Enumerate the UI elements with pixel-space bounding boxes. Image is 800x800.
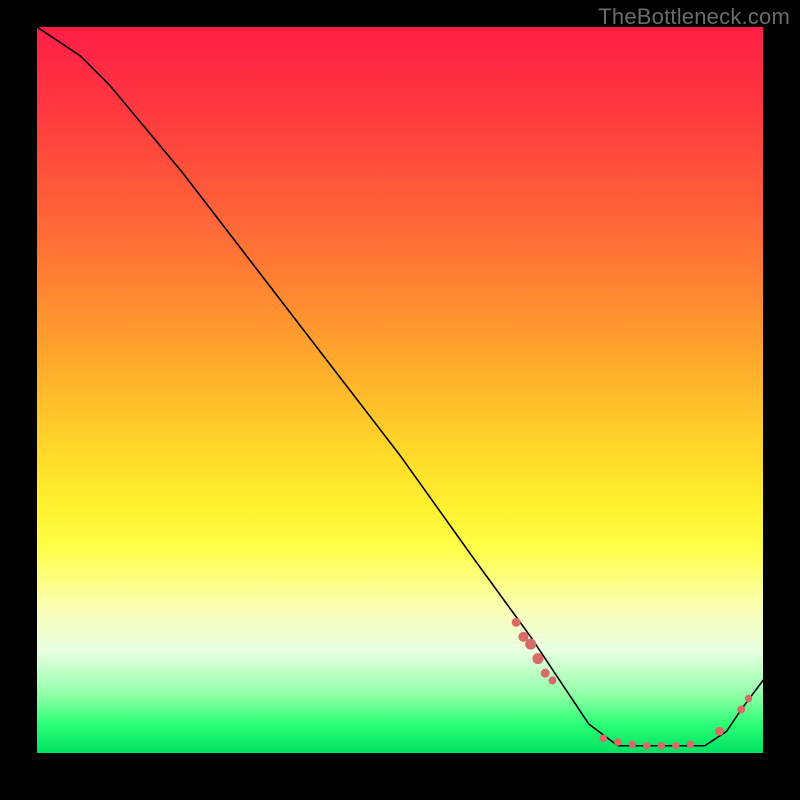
chart-frame: TheBottleneck.com <box>0 0 800 800</box>
point-bottom-1 <box>599 735 607 743</box>
point-bottom-2 <box>614 738 622 746</box>
chart-svg <box>37 27 763 753</box>
point-right-1 <box>715 727 724 736</box>
point-cluster-left-5 <box>541 669 550 678</box>
point-right-3 <box>745 695 753 703</box>
point-cluster-left-3 <box>525 639 536 650</box>
point-bottom-5 <box>658 742 666 750</box>
point-cluster-left-1 <box>512 618 521 627</box>
watermark-text: TheBottleneck.com <box>598 4 790 30</box>
point-right-2 <box>737 705 745 713</box>
point-bottom-3 <box>629 740 637 748</box>
point-cluster-left-6 <box>548 676 556 684</box>
point-bottom-6 <box>672 742 680 750</box>
point-bottom-4 <box>643 742 651 750</box>
bottleneck-curve <box>37 27 763 746</box>
point-cluster-left-4 <box>532 653 543 664</box>
data-points <box>512 618 753 750</box>
plot-area <box>37 27 763 753</box>
point-bottom-7 <box>687 740 695 748</box>
